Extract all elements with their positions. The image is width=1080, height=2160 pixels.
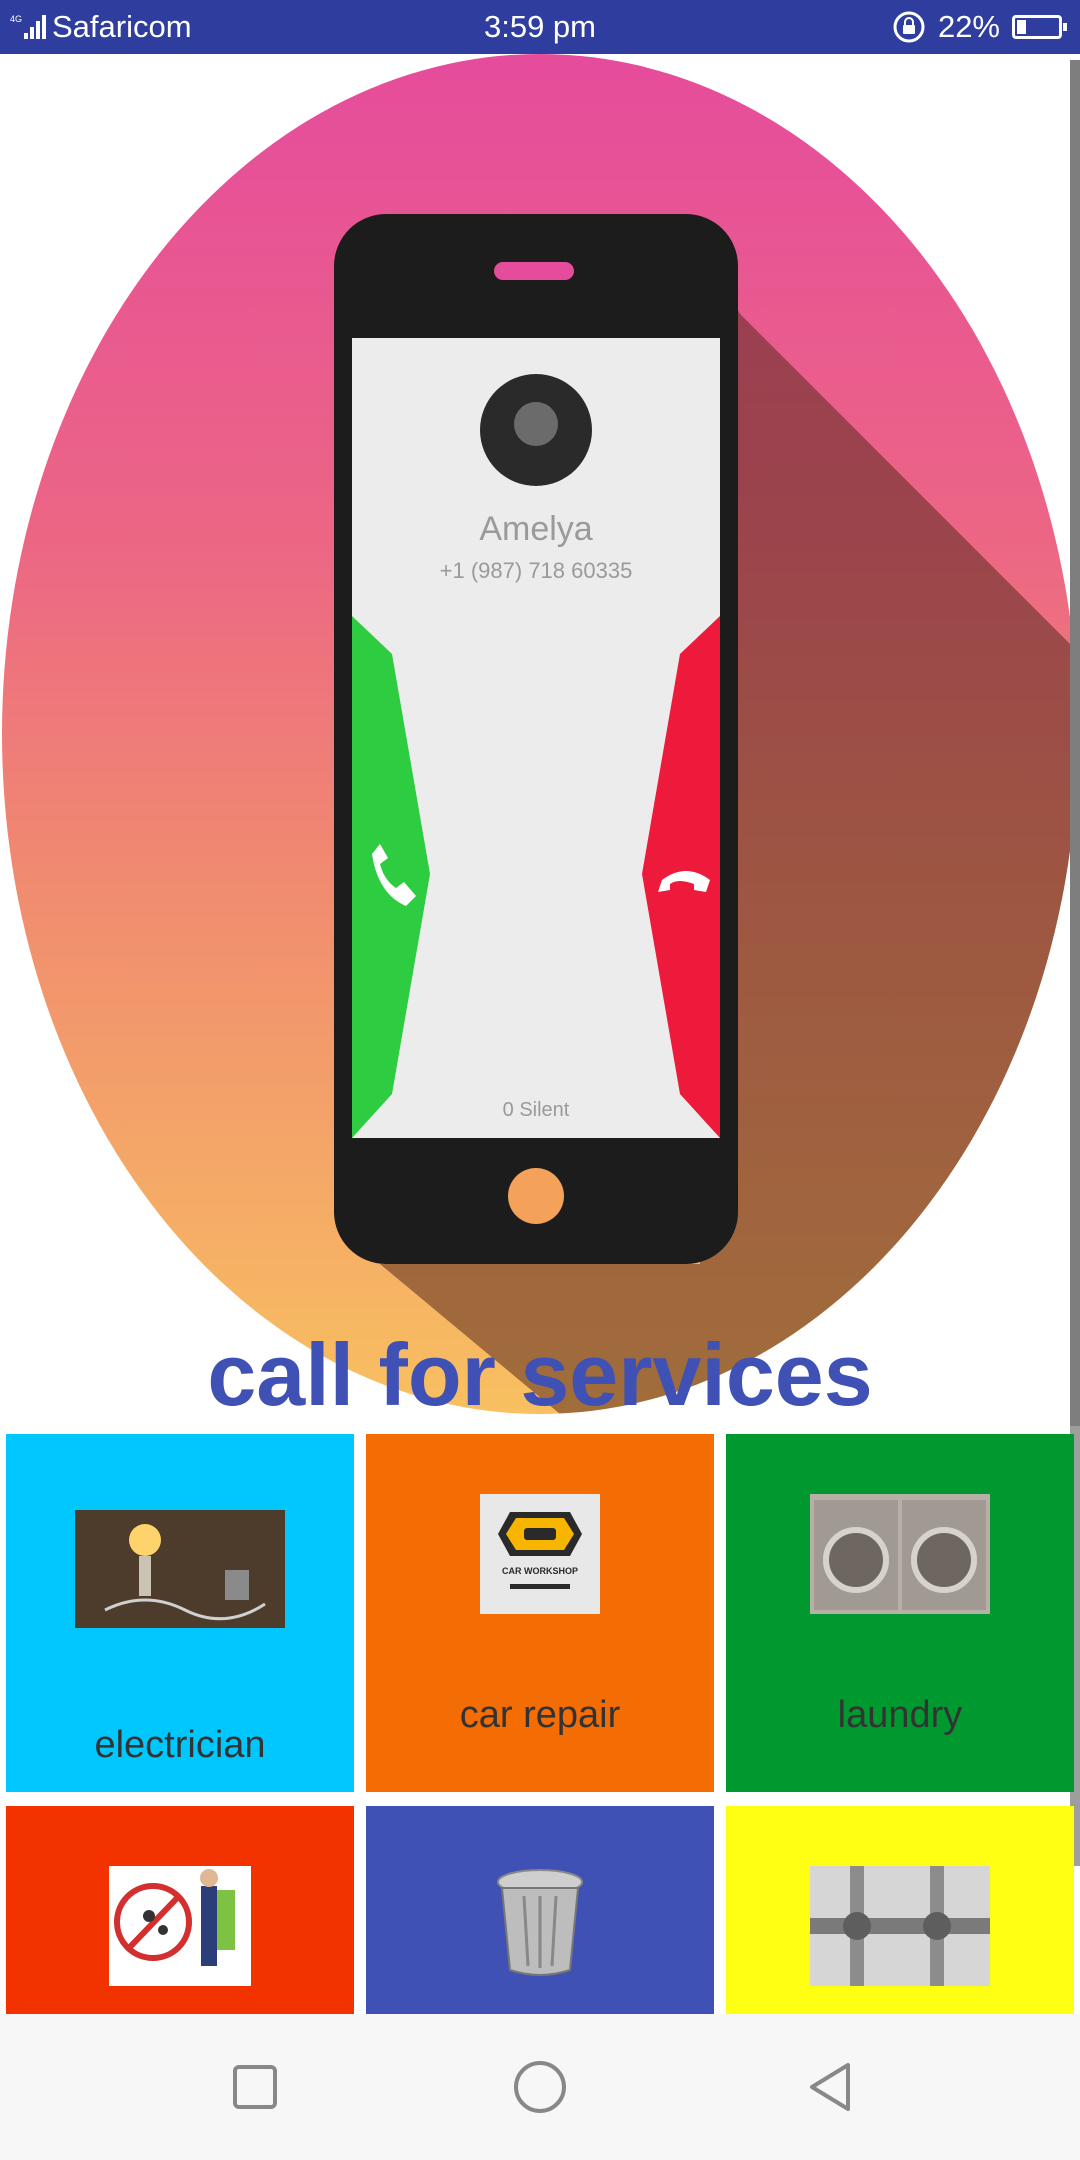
service-tile-laundry[interactable]: laundry (726, 1434, 1074, 1792)
status-bar-left: 4G Safaricom (10, 0, 192, 54)
battery-percent: 22% (937, 9, 1000, 44)
service-tile-pest-control[interactable] (6, 1806, 354, 2014)
phone-speaker (494, 262, 574, 280)
battery-level-fill (1017, 20, 1026, 34)
trash-can-icon (497, 1869, 583, 1976)
phone-footer-text: 0 Silent (503, 1099, 570, 1121)
plumbing-pipes-icon (810, 1866, 990, 1986)
scrollbar-thumb[interactable] (1070, 60, 1080, 1426)
service-label-car-repair: car repair (459, 1694, 621, 1736)
washing-machine-icon (810, 1494, 990, 1614)
home-button[interactable] (510, 2057, 570, 2117)
main-content[interactable]: Amelya +1 (987) 718 60335 0 Silent call … (0, 54, 1080, 2014)
service-tile-electrician[interactable]: electrician (6, 1434, 354, 1792)
recent-apps-button[interactable] (225, 2057, 285, 2117)
service-tile-plumbing[interactable] (726, 1806, 1074, 2014)
electrician-icon (75, 1510, 285, 1628)
hero-banner: Amelya +1 (987) 718 60335 0 Silent call … (0, 54, 1080, 1424)
signal-icon: 4G (10, 14, 46, 39)
battery-icon (1012, 15, 1067, 39)
system-navigation-bar (0, 2014, 1080, 2160)
service-tile-car-repair[interactable]: CAR WORKSHOP car repair (366, 1434, 714, 1792)
carrier-name: Safaricom (52, 9, 192, 44)
car-workshop-icon: CAR WORKSHOP (480, 1494, 600, 1614)
home-button-icon (508, 1168, 564, 1224)
hero-illustration: Amelya +1 (987) 718 60335 0 Silent (2, 54, 1078, 1414)
service-tile-waste[interactable] (366, 1806, 714, 2014)
status-bar-right: 22% (892, 0, 1067, 54)
status-bar: 4G Safaricom 3:59 pm 22% (0, 0, 1080, 54)
pest-control-icon (109, 1866, 251, 1986)
contact-name: Amelya (479, 510, 592, 548)
screen-lock-rotation-icon (893, 11, 925, 43)
contact-number: +1 (987) 718 60335 (440, 558, 633, 583)
service-label-laundry: laundry (837, 1694, 963, 1736)
page-title: call for services (207, 1325, 873, 1424)
car-workshop-badge-text: CAR WORKSHOP (502, 1566, 578, 1576)
svg-text:4G: 4G (10, 14, 22, 24)
back-button[interactable] (800, 2057, 860, 2117)
service-label-electrician: electrician (94, 1724, 266, 1766)
